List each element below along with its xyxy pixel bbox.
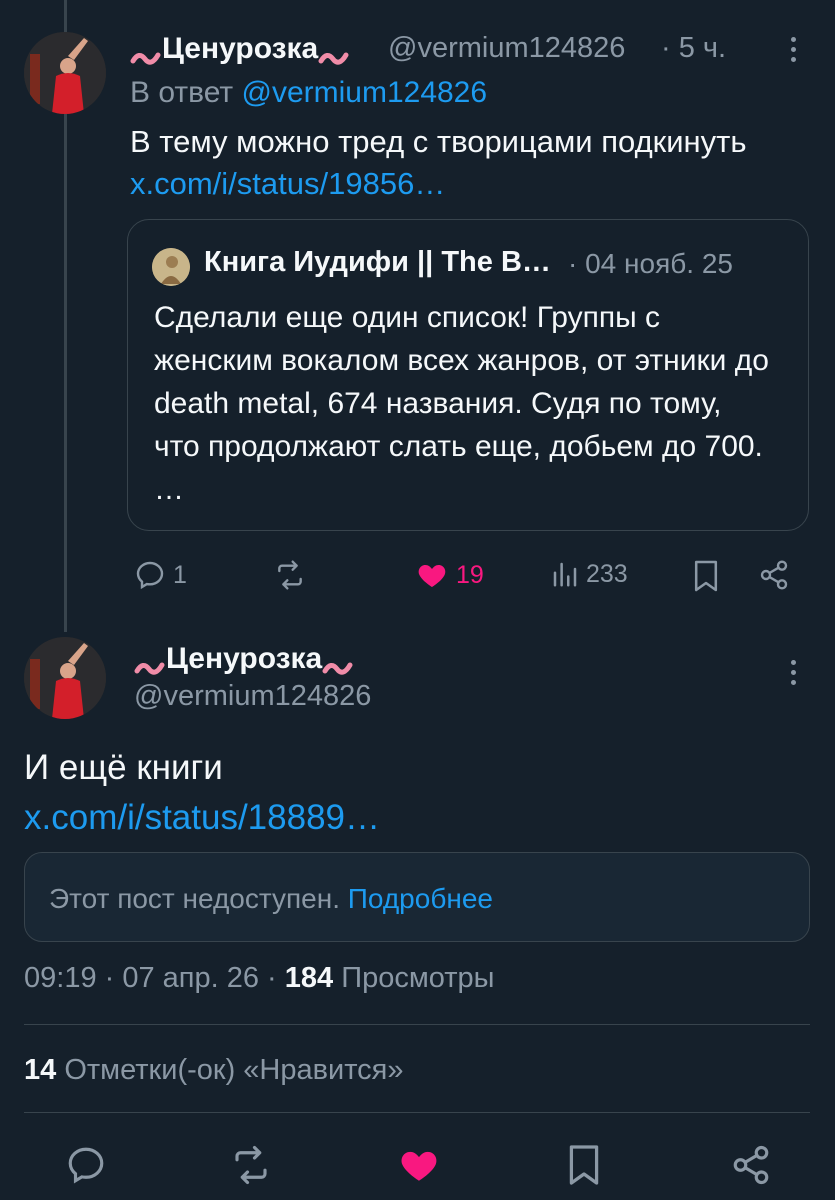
reply-context: В ответ @vermium124826 xyxy=(130,76,488,109)
heart-filled-icon xyxy=(418,565,446,587)
timestamp[interactable]: · 5 ч. xyxy=(661,32,726,65)
post-meta: 09:19 · 07 апр. 26 · 184 Просмотры xyxy=(24,962,495,995)
views-button[interactable]: 233 xyxy=(550,559,628,589)
quote-date: · 04 нояб. 25 xyxy=(568,248,733,279)
post-timestamp[interactable]: 09:19 · 07 апр. 26 · xyxy=(24,962,285,994)
share-icon xyxy=(760,560,788,590)
reply-count: 1 xyxy=(173,560,187,589)
quote-text: Сделали еще один список! Группы с женски… xyxy=(154,301,769,506)
avatar[interactable] xyxy=(24,32,106,114)
share-button[interactable] xyxy=(758,559,790,591)
avatar-image xyxy=(24,637,106,719)
retweet-icon xyxy=(235,1145,267,1185)
quoted-tweet-card[interactable]: Книга Иудифи || The B… · 04 нояб. 25 Сде… xyxy=(127,219,809,531)
handle[interactable]: @vermium124826 xyxy=(134,680,371,713)
retweet-icon xyxy=(278,560,302,590)
quote-author: Книга Иудифи || The B… xyxy=(204,246,551,278)
divider xyxy=(24,1112,810,1113)
like-count: 19 xyxy=(456,560,484,589)
like-button[interactable] xyxy=(396,1144,442,1186)
views-label: Просмотры xyxy=(341,962,495,994)
likes-label: Отметки(-ок) «Нравится» xyxy=(64,1054,404,1086)
tweet-link[interactable]: x.com/i/status/18889… xyxy=(24,798,380,838)
share-icon xyxy=(733,1145,769,1185)
worm-emoji-icon xyxy=(130,41,162,65)
avatar[interactable] xyxy=(24,637,106,719)
like-button[interactable]: 19 xyxy=(414,559,484,591)
views-total: 184 xyxy=(284,962,334,994)
tweet-link[interactable]: x.com/i/status/19856… xyxy=(130,166,445,202)
worm-emoji-icon xyxy=(322,651,354,675)
worm-emoji-icon xyxy=(134,651,166,675)
likes-summary[interactable]: 14 Отметки(-ок) «Нравится» xyxy=(24,1054,404,1087)
reply-icon xyxy=(68,1147,104,1184)
reply-button[interactable]: 1 xyxy=(133,559,187,591)
views-count: 233 xyxy=(586,559,628,588)
unavailable-text: Этот пост недоступен. xyxy=(49,883,340,914)
reply-to-mention[interactable]: @vermium124826 xyxy=(241,76,487,109)
reply-icon xyxy=(136,561,164,590)
learn-more-link[interactable]: Подробнее xyxy=(348,883,493,914)
bookmark-button[interactable] xyxy=(566,1142,602,1188)
unavailable-post-card: Этот пост недоступен. Подробнее xyxy=(24,852,810,942)
bookmark-icon xyxy=(569,1145,599,1185)
more-options-icon[interactable] xyxy=(791,660,799,690)
share-button[interactable] xyxy=(730,1144,772,1186)
bookmark-button[interactable] xyxy=(692,559,720,593)
display-name[interactable]: Ценурозка xyxy=(134,642,354,676)
likes-total: 14 xyxy=(24,1054,57,1086)
retweet-button[interactable] xyxy=(228,1144,274,1186)
tweet-text: И ещё книги xyxy=(24,748,223,787)
bookmark-icon xyxy=(694,560,718,592)
tweet-text: В тему можно тред с творицами подкинуть xyxy=(130,124,747,159)
avatar-image xyxy=(24,32,106,114)
retweet-button[interactable] xyxy=(272,559,314,591)
more-options-icon[interactable] xyxy=(791,37,799,67)
worm-emoji-icon xyxy=(318,41,350,65)
display-name[interactable]: Ценурозка xyxy=(130,32,350,66)
views-chart-icon xyxy=(553,562,577,587)
divider xyxy=(24,1024,810,1025)
heart-filled-icon xyxy=(401,1151,437,1181)
handle[interactable]: @vermium124826 xyxy=(388,32,625,65)
quote-avatar xyxy=(152,248,190,286)
reply-button[interactable] xyxy=(64,1144,108,1186)
